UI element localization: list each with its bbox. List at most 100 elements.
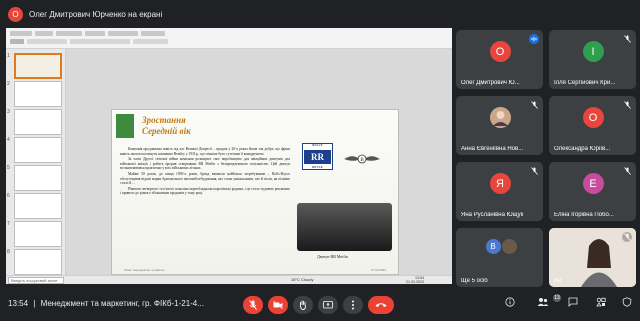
host-controls-icon[interactable] (622, 297, 632, 307)
slide-thumbnail[interactable] (14, 137, 62, 163)
participant-tile[interactable]: Е Еліна Ігорівна Побо... (549, 162, 636, 221)
leave-call-button[interactable] (368, 296, 394, 314)
participant-tile[interactable]: Анна Євгеніївна Нов... (456, 96, 543, 155)
participant-tile[interactable]: І Ілля Сергійович Кри... (549, 30, 636, 89)
people-icon[interactable] (537, 297, 549, 307)
thumbnail-number: 3 (7, 109, 10, 115)
thumbnail-number: 6 (7, 193, 10, 199)
participant-avatar: Е (582, 173, 604, 194)
participant-name: Ілля Сергійович Кри... (554, 80, 616, 86)
more-participants-label: Ще 5 осіб (461, 278, 488, 284)
slide-thumbnail[interactable] (14, 193, 62, 219)
slide-thumbnail[interactable] (14, 53, 62, 79)
participant-tile[interactable]: О Олег Дмитрович Ю... (456, 30, 543, 89)
slide-paragraph: Компанія продовжила навіть під час Велик… (120, 147, 290, 156)
taskbar-date: 21.03.2023 (406, 280, 424, 284)
hang-up-icon (375, 303, 387, 307)
present-screen-icon (323, 301, 333, 309)
taskbar-clock: 13:54 21.03.2023 (406, 276, 424, 284)
participant-avatar: В (485, 239, 501, 254)
rolls-royce-logo: ROLLS RR ROYCE (302, 143, 333, 170)
mic-toggle-button[interactable] (243, 296, 263, 314)
mic-off-icon (622, 166, 632, 176)
slide-paragraph: За часів Другої світової війни компанія … (120, 157, 290, 171)
more-participants-tile[interactable]: В Ще 5 осіб (456, 228, 543, 287)
participant-avatar: Я (489, 173, 511, 194)
participant-name: Олег Дмитрович Ю... (461, 80, 520, 86)
presenter-banner: О Олег Дмитрович Юрченко на екрані (0, 0, 452, 28)
hand-icon (300, 300, 306, 310)
mic-off-icon (622, 232, 632, 242)
thumbnail-number: 1 (7, 53, 10, 59)
slide-thumbnail[interactable] (14, 165, 62, 191)
participant-tile[interactable]: О Олександра Юріїв... (549, 96, 636, 155)
coat-of-arms-icon (116, 114, 134, 138)
camera-toggle-button[interactable] (268, 296, 288, 314)
camera-off-icon (273, 301, 283, 309)
participant-tile[interactable]: Я Яна Русланівна Ющук (456, 162, 543, 221)
logo-monogram: RR (304, 149, 331, 164)
meet-controls: 13:54 | Менеджмент та маркетинг, гр. ФІК… (0, 289, 640, 321)
slide-thumbnail[interactable] (14, 109, 62, 135)
raise-hand-button[interactable] (293, 296, 313, 314)
present-button[interactable] (318, 296, 338, 314)
mic-off-icon (249, 300, 257, 310)
taskbar-search-input[interactable]: Введіть пошуковий запит тут (8, 277, 64, 284)
participant-photo (501, 239, 517, 254)
slide-paragraph: Phantom четвертого та п'ятого поколінь п… (120, 186, 290, 196)
thumbnail-number: 7 (7, 221, 10, 227)
slide-canvas: Зростання Середній вік Компанія продовжи… (66, 49, 452, 275)
participant-photo (489, 107, 511, 128)
mic-off-icon (529, 100, 539, 110)
participant-avatar: О (582, 107, 604, 128)
participant-name: Ви (554, 278, 562, 284)
thumbnail-number: 5 (7, 165, 10, 171)
mic-off-icon (529, 166, 539, 176)
slide-title-line1: Зростання (142, 115, 186, 125)
slide-paragraph: Майже 50 років, до кінця 1950-х років, б… (120, 171, 290, 186)
chat-icon[interactable] (568, 297, 578, 307)
activities-icon[interactable] (596, 297, 606, 307)
logo-bottom-text: ROYCE (312, 166, 323, 169)
slide-title-line2: Середній вік (142, 126, 191, 136)
slide-thumbnails[interactable]: 1 2 3 4 5 6 7 8 (6, 49, 66, 275)
participant-count-badge: 13 (553, 294, 561, 302)
self-view-tile[interactable]: Ви (549, 228, 636, 287)
more-options-button[interactable] (343, 296, 363, 314)
slide-thumbnail[interactable] (14, 249, 62, 275)
engine-caption: Двигун RR Merlin (317, 254, 348, 259)
participant-name: Анна Євгеніївна Нов... (461, 146, 524, 152)
presenter-avatar: О (8, 6, 23, 22)
current-slide: Зростання Середній вік Компанія продовжи… (111, 109, 399, 275)
participant-avatar: О (489, 41, 511, 62)
footer-left: Тема: Середній вік і розвиток (124, 268, 165, 272)
logo-top-text: ROLLS (312, 144, 323, 147)
slide-thumbnail[interactable] (14, 81, 62, 107)
speaking-icon (529, 34, 539, 44)
shared-screen: 1 2 3 4 5 6 7 8 Зростання Середній вік К… (6, 28, 452, 284)
slide-footer: Тема: Середній вік і розвиток 27.03.2023 (112, 268, 398, 272)
participant-avatar: І (582, 41, 604, 62)
more-vert-icon (352, 300, 354, 310)
slide-thumbnail[interactable] (14, 221, 62, 247)
thumbnail-number: 4 (7, 137, 10, 143)
slide-body: Компанія продовжила навіть під час Велик… (120, 147, 290, 197)
meeting-time: 13:54 (8, 299, 29, 308)
thumbnail-number: 8 (7, 249, 10, 255)
meeting-info: 13:54 | Менеджмент та маркетинг, гр. ФІК… (8, 299, 204, 308)
weather-status: 18°C Cloudy (291, 277, 314, 282)
participant-name: Олександра Юріїв... (554, 146, 611, 152)
engine-image (297, 203, 392, 251)
participant-name: Яна Русланівна Ющук (461, 212, 524, 218)
meeting-title: Менеджмент та маркетинг, гр. ФІКб-1-21-4… (40, 299, 204, 308)
mic-off-icon (622, 100, 632, 110)
participant-name: Еліна Ігорівна Побо... (554, 212, 614, 218)
footer-right: 27.03.2023 (370, 268, 386, 272)
thumbnail-number: 2 (7, 81, 10, 87)
info-icon[interactable] (505, 297, 515, 307)
bentley-logo: B (344, 154, 380, 164)
slide-title: Зростання Середній вік (142, 115, 191, 137)
mic-off-icon (622, 34, 632, 44)
windows-taskbar: Введіть пошуковий запит тут 18°C Cloudy … (6, 275, 452, 284)
presenter-label: Олег Дмитрович Юрченко на екрані (29, 9, 163, 19)
